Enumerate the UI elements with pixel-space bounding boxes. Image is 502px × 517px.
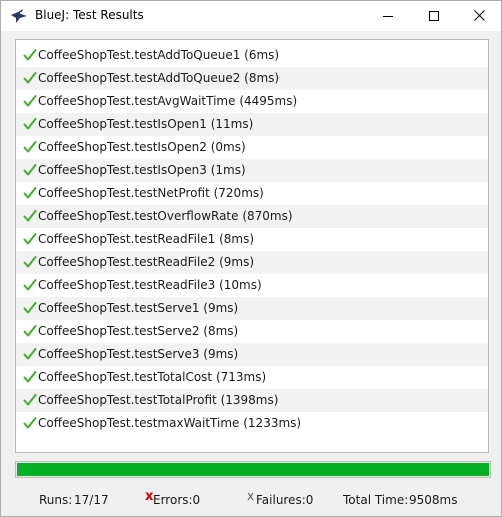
failures-count: Failures:0 bbox=[256, 493, 314, 507]
test-results-list[interactable]: CoffeeShopTest.testAddToQueue1 (6ms) Coff… bbox=[15, 39, 489, 453]
check-icon bbox=[23, 210, 37, 222]
test-result-label: CoffeeShopTest.testmaxWaitTime (1233ms) bbox=[38, 416, 302, 430]
test-result-row[interactable]: CoffeeShopTest.testIsOpen1 (11ms) bbox=[16, 113, 488, 136]
test-result-label: CoffeeShopTest.testNetProfit (720ms) bbox=[38, 186, 264, 200]
check-icon bbox=[23, 95, 37, 107]
maximize-button[interactable] bbox=[411, 1, 457, 30]
test-result-row[interactable]: CoffeeShopTest.testReadFile1 (8ms) bbox=[16, 228, 488, 251]
check-icon bbox=[23, 187, 37, 199]
check-icon bbox=[23, 72, 37, 84]
close-icon bbox=[473, 10, 485, 21]
test-result-row[interactable]: CoffeeShopTest.testServe2 (8ms) bbox=[16, 320, 488, 343]
check-icon bbox=[23, 233, 37, 245]
check-icon bbox=[23, 279, 37, 291]
test-result-label: CoffeeShopTest.testServe3 (9ms) bbox=[38, 347, 239, 361]
test-result-row[interactable]: CoffeeShopTest.testAvgWaitTime (4495ms) bbox=[16, 90, 488, 113]
check-icon bbox=[23, 118, 37, 130]
progress-fill bbox=[17, 463, 489, 476]
test-result-label: CoffeeShopTest.testReadFile2 (9ms) bbox=[38, 255, 255, 269]
test-result-row[interactable]: CoffeeShopTest.testTotalCost (713ms) bbox=[16, 366, 488, 389]
test-result-label: CoffeeShopTest.testReadFile1 (8ms) bbox=[38, 232, 255, 246]
test-result-row[interactable]: CoffeeShopTest.testServe3 (9ms) bbox=[16, 343, 488, 366]
check-icon bbox=[23, 256, 37, 268]
test-result-label: CoffeeShopTest.testAddToQueue2 (8ms) bbox=[38, 71, 280, 85]
test-result-row[interactable]: CoffeeShopTest.testOverflowRate (870ms) bbox=[16, 205, 488, 228]
test-result-label: CoffeeShopTest.testServe1 (9ms) bbox=[38, 301, 239, 315]
window-title: BlueJ: Test Results bbox=[35, 8, 144, 22]
test-result-row[interactable]: CoffeeShopTest.testAddToQueue1 (6ms) bbox=[16, 44, 488, 67]
check-icon bbox=[23, 302, 37, 314]
runs-label: Runs: bbox=[39, 493, 73, 507]
title-bar[interactable]: BlueJ: Test Results bbox=[1, 1, 501, 31]
total-time-value: 9508ms bbox=[409, 493, 458, 507]
check-icon bbox=[23, 49, 37, 61]
test-results-window: BlueJ: Test Results CoffeeShopTest.testA… bbox=[0, 0, 502, 517]
test-result-label: CoffeeShopTest.testIsOpen2 (0ms) bbox=[38, 140, 246, 154]
test-result-label: CoffeeShopTest.testTotalCost (713ms) bbox=[38, 370, 267, 384]
test-result-label: CoffeeShopTest.testAvgWaitTime (4495ms) bbox=[38, 94, 298, 108]
test-result-row[interactable]: CoffeeShopTest.testReadFile3 (10ms) bbox=[16, 274, 488, 297]
failure-x-icon: x bbox=[247, 489, 255, 503]
test-result-row[interactable]: CoffeeShopTest.testIsOpen3 (1ms) bbox=[16, 159, 488, 182]
check-icon bbox=[23, 141, 37, 153]
test-result-row[interactable]: CoffeeShopTest.testNetProfit (720ms) bbox=[16, 182, 488, 205]
test-result-label: CoffeeShopTest.testAddToQueue1 (6ms) bbox=[38, 48, 280, 62]
check-icon bbox=[23, 371, 37, 383]
minimize-button[interactable] bbox=[365, 1, 411, 30]
test-result-label: CoffeeShopTest.testServe2 (8ms) bbox=[38, 324, 239, 338]
total-time-label: Total Time: bbox=[343, 493, 409, 507]
test-result-row[interactable]: CoffeeShopTest.testServe1 (9ms) bbox=[16, 297, 488, 320]
test-result-label: CoffeeShopTest.testOverflowRate (870ms) bbox=[38, 209, 293, 223]
check-icon bbox=[23, 164, 37, 176]
bluej-bird-icon bbox=[11, 9, 27, 23]
test-result-label: CoffeeShopTest.testIsOpen3 (1ms) bbox=[38, 163, 246, 177]
test-progress-bar bbox=[15, 461, 491, 478]
test-result-row[interactable]: CoffeeShopTest.testAddToQueue2 (8ms) bbox=[16, 67, 488, 90]
maximize-icon bbox=[429, 10, 439, 21]
test-result-row[interactable]: CoffeeShopTest.testTotalProfit (1398ms) bbox=[16, 389, 488, 412]
close-button[interactable] bbox=[457, 1, 501, 30]
minimize-icon bbox=[383, 15, 393, 17]
test-result-row[interactable]: CoffeeShopTest.testmaxWaitTime (1233ms) bbox=[16, 412, 488, 435]
test-result-row[interactable]: CoffeeShopTest.testIsOpen2 (0ms) bbox=[16, 136, 488, 159]
runs-value: 17/17 bbox=[74, 493, 109, 507]
errors-count: Errors:0 bbox=[153, 493, 201, 507]
test-result-label: CoffeeShopTest.testIsOpen1 (11ms) bbox=[38, 117, 254, 131]
check-icon bbox=[23, 348, 37, 360]
check-icon bbox=[23, 394, 37, 406]
check-icon bbox=[23, 325, 37, 337]
test-result-label: CoffeeShopTest.testReadFile3 (10ms) bbox=[38, 278, 262, 292]
test-result-label: CoffeeShopTest.testTotalProfit (1398ms) bbox=[38, 393, 279, 407]
check-icon bbox=[23, 417, 37, 429]
test-result-row[interactable]: CoffeeShopTest.testReadFile2 (9ms) bbox=[16, 251, 488, 274]
